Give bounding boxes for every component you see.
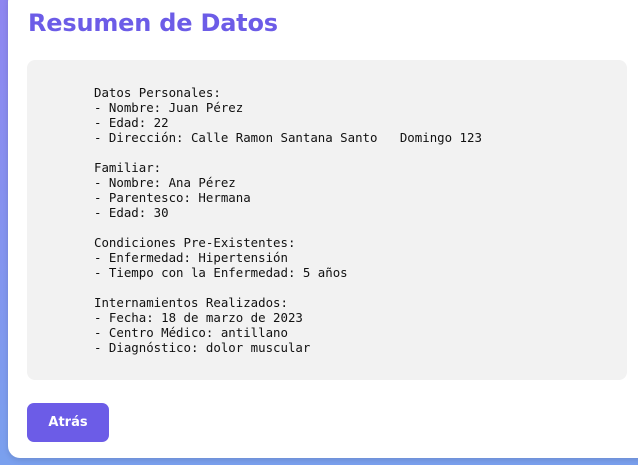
page-title: Resumen de Datos [28,9,278,37]
back-button[interactable]: Atrás [27,403,109,442]
summary-text: Datos Personales: - Nombre: Juan Pérez -… [94,85,482,355]
summary-box: Datos Personales: - Nombre: Juan Pérez -… [27,60,627,380]
